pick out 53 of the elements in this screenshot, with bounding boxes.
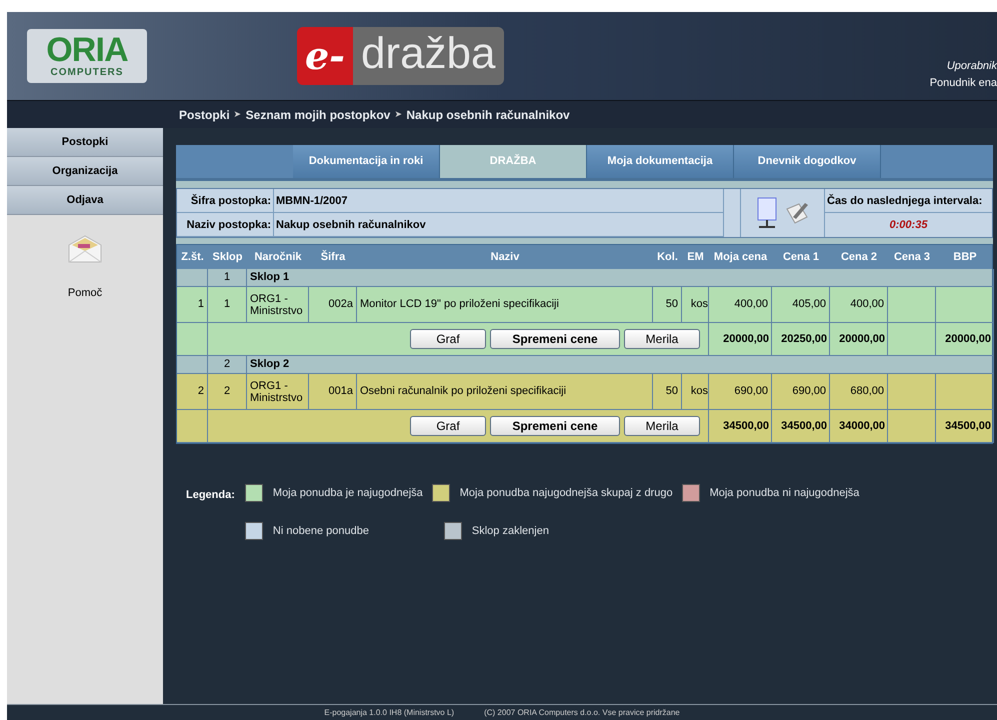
timer: 0:00:35 bbox=[888, 218, 928, 233]
field-label: Naziv postopka: bbox=[177, 213, 274, 236]
action-button[interactable]: Graf bbox=[410, 416, 486, 436]
field-value: MBMN-1/2007 bbox=[275, 194, 349, 209]
timer-label: Čas do naslednjega intervala: bbox=[825, 189, 992, 213]
table-cell: 34500,00 bbox=[709, 410, 772, 443]
app-logo: e- dražba bbox=[297, 27, 504, 85]
action-button[interactable]: Graf bbox=[410, 329, 486, 349]
column-header: Naziv bbox=[490, 250, 520, 265]
tab[interactable]: Dnevnik dogodkov bbox=[734, 145, 881, 178]
sidebar-item[interactable]: Postopki bbox=[7, 128, 163, 157]
document-pen-icon[interactable] bbox=[784, 201, 810, 225]
envelope-icon[interactable] bbox=[68, 235, 102, 263]
table-cell: 34500,00 bbox=[772, 410, 830, 443]
legend-label: Sklop zaklenjen bbox=[472, 524, 549, 539]
legend-label: Moja ponudba najugodnejša skupaj z drugo bbox=[460, 486, 673, 501]
sidebar-item[interactable]: Odjava bbox=[7, 186, 163, 215]
column-header: Cena 3 bbox=[892, 250, 932, 265]
sidebar-item[interactable]: Organizacija bbox=[7, 157, 163, 186]
legend-label: Moja ponudba je najugodnejša bbox=[272, 486, 423, 501]
breadcrumb-separator: ➤ bbox=[234, 108, 242, 121]
tab[interactable]: Dokumentacija in roki bbox=[293, 145, 440, 178]
action-button[interactable]: Merila bbox=[624, 416, 700, 436]
column-header: Šifra bbox=[320, 249, 346, 265]
legend-title: Legenda: bbox=[186, 488, 235, 503]
action-button[interactable]: Merila bbox=[624, 329, 700, 349]
column-header: Cena 2 bbox=[840, 250, 878, 265]
column-header: Naročnik bbox=[253, 250, 303, 265]
action-button[interactable]: Spremeni cene bbox=[490, 329, 620, 349]
column-header: Cena 1 bbox=[782, 250, 820, 265]
field-label: Šifra postopka: bbox=[177, 189, 274, 212]
column-header: Sklop bbox=[212, 250, 244, 265]
footer-text: (C) 2007 ORIA Computers d.o.o. Vse pravice pridržane bbox=[484, 708, 680, 718]
footer-text: E-pogajanja 1.0.0 IH8 (Ministrstvo L) bbox=[324, 708, 454, 718]
table-cell: 34000,00 bbox=[830, 410, 888, 443]
column-header: EM bbox=[686, 250, 705, 265]
breadcrumb-link[interactable]: Postopki bbox=[179, 106, 230, 124]
breadcrumb-separator: ➤ bbox=[394, 108, 402, 121]
table-cell: 34500,00 bbox=[936, 410, 994, 443]
tab[interactable]: Moja dokumentacija bbox=[587, 145, 734, 178]
help-link[interactable]: Pomoč bbox=[68, 285, 102, 302]
column-header: Z.št. bbox=[180, 250, 205, 265]
column-header: BBP bbox=[952, 250, 978, 265]
column-header: Moja cena bbox=[712, 250, 768, 265]
legend-label: Moja ponudba ni najugodnejša bbox=[710, 486, 860, 501]
column-header: Kol. bbox=[656, 250, 679, 265]
brand-logo: ORIA COMPUTERS bbox=[27, 29, 147, 83]
legend-label: Ni nobene ponudbe bbox=[272, 524, 369, 539]
breadcrumb-link[interactable]: Nakup osebnih računalnikov bbox=[406, 106, 570, 124]
action-button[interactable]: Spremeni cene bbox=[490, 416, 620, 436]
field-value: Nakup osebnih računalnikov bbox=[275, 218, 427, 233]
user-name: Ponudnik ena bbox=[930, 76, 997, 90]
breadcrumb-link[interactable]: Seznam mojih postopkov bbox=[246, 106, 390, 124]
